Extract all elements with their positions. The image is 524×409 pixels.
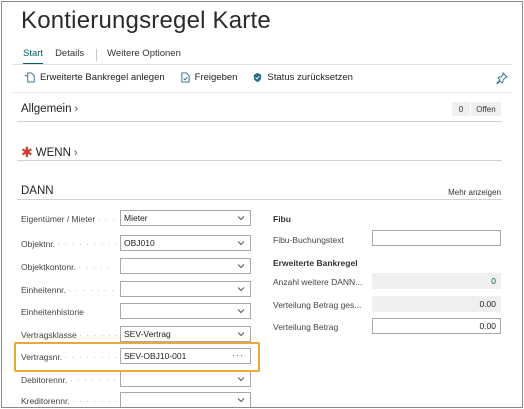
field-label-text: Debitorennr. bbox=[21, 375, 68, 385]
contract-no-lookup[interactable]: SEV-OBJ10-001 ··· bbox=[120, 348, 251, 364]
chevron-down-icon bbox=[237, 309, 245, 314]
unit-history-select[interactable] bbox=[120, 303, 251, 319]
tab-separator bbox=[96, 49, 98, 61]
tab-weitere-optionen[interactable]: Weitere Optionen bbox=[107, 48, 181, 62]
field-label-text: Objektkontonr. bbox=[21, 262, 76, 272]
tab-bar: Start Details Weitere Optionen bbox=[23, 48, 193, 65]
count-more-label: Anzahl weitere DANN... bbox=[273, 277, 363, 287]
reset-status-button[interactable]: Status zurücksetzen bbox=[252, 72, 353, 83]
field-label-contract-class: Vertragsklasse · · · · · · bbox=[21, 330, 119, 340]
chevron-down-icon bbox=[237, 377, 245, 382]
fibu-heading: Fibu bbox=[273, 214, 291, 224]
release-label: Freigeben bbox=[194, 72, 238, 83]
section-divider bbox=[17, 121, 502, 122]
release-icon bbox=[181, 72, 190, 83]
chevron-down-icon bbox=[237, 241, 245, 246]
field-label-text: Kreditorennr. bbox=[21, 396, 70, 406]
window-frame: Kontierungsregel Karte Start Details Wei… bbox=[1, 1, 523, 408]
unit-no-select[interactable] bbox=[120, 281, 251, 297]
tab-start[interactable]: Start bbox=[23, 48, 44, 65]
pin-icon[interactable] bbox=[496, 72, 508, 84]
chevron-down-icon bbox=[237, 216, 245, 221]
section-divider bbox=[17, 160, 502, 161]
field-label-object-account-no: Objektkontonr. · · · · · bbox=[21, 262, 111, 272]
section-divider bbox=[17, 199, 502, 200]
contract-class-value: SEV-Vertrag bbox=[124, 329, 171, 339]
show-more-link[interactable]: Mehr anzeigen bbox=[448, 188, 501, 197]
chevron-down-icon bbox=[237, 287, 245, 292]
count-more-value: 0 bbox=[491, 276, 496, 286]
action-bar: Erweiterte Bankregel anlegen Freigeben S… bbox=[25, 72, 512, 84]
section-allgemein-header[interactable]: Allgemein › bbox=[21, 103, 78, 115]
field-label-owner-tenant: Eigentümer / Mieter · · · · bbox=[21, 214, 119, 224]
dist-amount-remaining-value: 0.00 bbox=[479, 299, 496, 309]
allgemein-summary: 0 Offen bbox=[452, 102, 501, 116]
field-label-text: Einheitenhistorie bbox=[21, 307, 84, 317]
chevron-down-icon bbox=[237, 398, 245, 403]
object-no-select[interactable]: OBJ010 bbox=[120, 235, 251, 251]
dist-amount-label: Verteilung Betrag bbox=[273, 322, 339, 332]
field-label-contract-no: Vertragsnr. · · · · · · · · · · bbox=[21, 352, 119, 362]
tab-details[interactable]: Details bbox=[55, 48, 84, 62]
field-label-text: Vertragsklasse bbox=[21, 330, 77, 340]
ellipsis-icon[interactable]: ··· bbox=[232, 350, 244, 360]
section-wenn-title: WENN bbox=[35, 146, 71, 159]
section-wenn-header[interactable]: ✱ WENN › bbox=[21, 144, 78, 161]
debtor-no-select[interactable] bbox=[120, 371, 251, 387]
chevron-right-icon: › bbox=[73, 146, 78, 159]
chevron-down-icon bbox=[237, 264, 245, 269]
dist-amount-remaining-field: 0.00 bbox=[372, 296, 501, 312]
creditor-no-select[interactable] bbox=[120, 392, 251, 407]
reset-status-label: Status zurücksetzen bbox=[267, 72, 353, 83]
field-label-object-no: Objektnr. · · · · · · · · · · bbox=[21, 239, 119, 249]
reset-status-icon bbox=[254, 72, 262, 83]
object-no-value: OBJ010 bbox=[124, 238, 155, 248]
tab-divider bbox=[12, 64, 512, 65]
new-document-icon bbox=[25, 72, 35, 83]
fibu-posting-text-input[interactable] bbox=[372, 230, 501, 246]
owner-tenant-select[interactable]: Mieter bbox=[120, 210, 251, 226]
create-bank-rule-button[interactable]: Erweiterte Bankregel anlegen bbox=[25, 72, 165, 83]
chevron-right-icon: › bbox=[74, 103, 79, 115]
chevron-down-icon bbox=[237, 332, 245, 337]
section-allgemein-title: Allgemein bbox=[21, 103, 72, 115]
section-dann-title: DANN bbox=[21, 185, 54, 197]
field-label-unit-no: Einheitennr. · · · · · · · · · bbox=[21, 285, 119, 295]
field-label-text: Einheitennr. bbox=[21, 285, 66, 295]
required-star-icon: ✱ bbox=[21, 144, 33, 160]
dist-amount-remaining-label: Verteilung Betrag ges... bbox=[273, 300, 362, 310]
allgemein-count-badge: 0 bbox=[452, 102, 471, 116]
fibu-posting-text-label: Fibu-Buchungstext bbox=[273, 235, 344, 245]
field-label-debtor-no: Debitorennr. · · · · · · · · bbox=[21, 375, 119, 385]
field-label-unit-history: Einheitenhistorie bbox=[21, 307, 119, 317]
action-divider bbox=[12, 92, 512, 93]
count-more-field: 0 bbox=[372, 273, 501, 289]
release-button[interactable]: Freigeben bbox=[180, 72, 238, 83]
dist-amount-input[interactable]: 0.00 bbox=[372, 318, 501, 334]
field-label-text: Vertragsnr. bbox=[21, 352, 63, 362]
allgemein-status-badge: Offen bbox=[471, 102, 501, 116]
field-label-text: Eigentümer / Mieter bbox=[21, 214, 96, 224]
field-label-creditor-no: Kreditorennr. · · · · · · · · bbox=[21, 396, 119, 406]
contract-no-value: SEV-OBJ10-001 bbox=[124, 351, 187, 361]
owner-tenant-value: Mieter bbox=[124, 213, 148, 223]
dist-amount-value: 0.00 bbox=[479, 321, 496, 331]
page-title: Kontierungsregel Karte bbox=[21, 7, 271, 34]
contract-class-select[interactable]: SEV-Vertrag bbox=[120, 326, 251, 342]
create-bank-rule-label: Erweiterte Bankregel anlegen bbox=[40, 72, 165, 83]
bank-rule-heading: Erweiterte Bankregel bbox=[273, 258, 358, 268]
object-account-no-select[interactable] bbox=[120, 258, 251, 274]
field-label-text: Objektnr. bbox=[21, 239, 56, 249]
section-dann-header[interactable]: DANN bbox=[21, 185, 54, 197]
